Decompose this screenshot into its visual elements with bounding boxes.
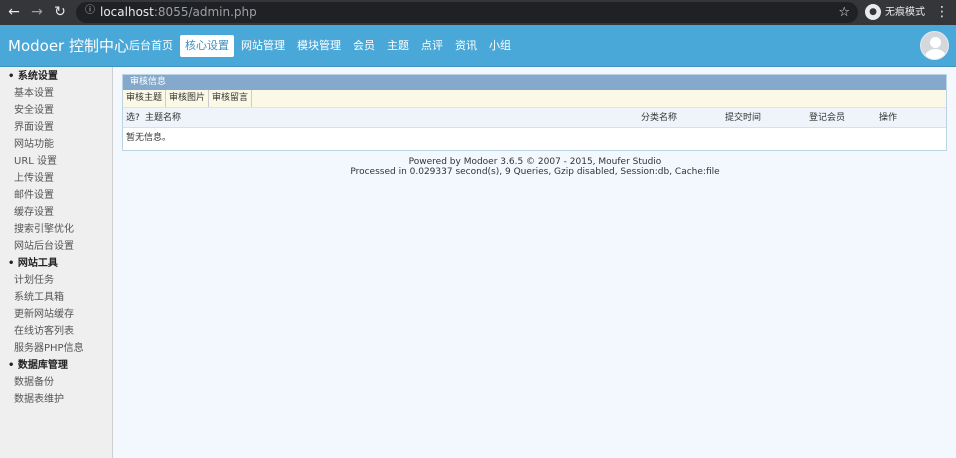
col-member: 登记会员 [809,113,846,123]
sidebar-item[interactable]: 系统工具箱 [0,289,112,306]
sidebar-item[interactable]: 服务器PHP信息 [0,340,112,357]
sidebar-item[interactable]: 搜索引擎优化 [0,221,112,238]
menu-dots-icon[interactable]: ⋮ [934,2,950,22]
avatar-head [930,37,941,48]
footer-processed-info: Processed in 0.029337 second(s), 9 Queri… [350,167,720,177]
sidebar-item[interactable]: 网站功能 [0,136,112,153]
sidebar-item[interactable]: 数据表维护 [0,391,112,408]
sidebar-item[interactable]: 邮件设置 [0,187,112,204]
col-submit-time: 提交时间 [725,113,762,123]
user-avatar-icon[interactable] [920,31,949,60]
sidebar-item[interactable]: 界面设置 [0,119,112,136]
nav-item[interactable]: 点评 [416,35,448,57]
incognito-label: 无痕模式 [885,7,925,18]
top-header: Modoer 控制中心 后台首页 核心设置 网站管理 模块管理 会员 主题 点评… [0,25,956,67]
sidebar-group-label: 系统设置 [17,71,58,82]
page-footer: Powered by Modoer 3.6.5 © 2007 - 2015, M… [122,157,948,177]
sidebar-group-label: 网站工具 [17,258,58,269]
back-arrow-icon[interactable]: ← [5,3,23,21]
sidebar-item[interactable]: 计划任务 [0,272,112,289]
info-icon[interactable]: ⓘ [83,4,97,18]
url-text[interactable]: localhost:8055/admin.php [100,2,257,23]
sidebar-item[interactable]: URL 设置 [0,153,112,170]
sidebar-item[interactable]: 网站后台设置 [0,238,112,255]
nav-item[interactable]: 小组 [484,35,516,57]
sidebar-group-title[interactable]: • 系统设置 [0,68,112,85]
sidebar: • 系统设置 基本设置 安全设置 界面设置 网站功能 URL 设置 上传设置 邮… [0,67,113,458]
subtab-review-comments[interactable]: 审核留言 [209,90,253,107]
brand-title[interactable]: Modoer 控制中心 [8,25,129,67]
nav-item[interactable]: 模块管理 [292,35,346,57]
sidebar-item[interactable]: 缓存设置 [0,204,112,221]
forward-arrow-icon[interactable]: → [28,3,46,21]
sidebar-item[interactable]: 在线访客列表 [0,323,112,340]
sidebar-group-title[interactable]: • 网站工具 [0,255,112,272]
incognito-icon: ● [865,4,881,20]
col-actions: 操作 [879,113,898,123]
panel-title: 审核信息 [123,75,946,90]
sidebar-item[interactable]: 数据备份 [0,374,112,391]
sidebar-item[interactable]: 安全设置 [0,102,112,119]
incognito-indicator[interactable]: ● 无痕模式 [865,2,925,23]
sidebar-item[interactable]: 上传设置 [0,170,112,187]
browser-toolbar: ← → ↻ ⓘ localhost:8055/admin.php ☆ ● 无痕模式… [0,0,956,25]
reload-icon[interactable]: ↻ [51,3,69,21]
avatar-body [925,49,946,59]
col-category: 分类名称 [641,113,678,123]
nav-item[interactable]: 网站管理 [236,35,290,57]
empty-message: 暂无信息。 [126,133,172,143]
sidebar-item[interactable]: 更新网站缓存 [0,306,112,323]
subtab-review-topics[interactable]: 审核主题 [123,90,167,107]
main-nav: 后台首页 核心设置 网站管理 模块管理 会员 主题 点评 资讯 小组 [124,35,518,57]
nav-item[interactable]: 会员 [348,35,380,57]
address-bar[interactable]: ⓘ localhost:8055/admin.php ☆ [76,2,858,23]
sidebar-item[interactable]: 基本设置 [0,85,112,102]
table-header: 选? 主题名称 分类名称 提交时间 登记会员 操作 [123,108,946,128]
sidebar-group-title[interactable]: • 数据库管理 [0,357,112,374]
nav-item[interactable]: 主题 [382,35,414,57]
col-select: 选? [126,113,140,123]
url-host: localhost [100,5,154,19]
nav-item-active[interactable]: 核心设置 [180,35,234,57]
subtab-bar: 审核主题 审核图片 审核留言 [123,90,946,108]
review-panel: 审核信息 审核主题 审核图片 审核留言 选? 主题名称 分类名称 提交时间 登记… [122,74,947,151]
nav-item[interactable]: 后台首页 [124,35,178,57]
col-topic-name: 主题名称 [145,113,182,123]
nav-item[interactable]: 资讯 [450,35,482,57]
subtab-review-images[interactable]: 审核图片 [166,90,210,107]
sidebar-group-label: 数据库管理 [17,360,68,371]
footer-powered-by: Powered by Modoer 3.6.5 © 2007 - 2015, M… [408,157,662,167]
bookmark-star-icon[interactable]: ☆ [838,3,850,22]
url-path: :8055/admin.php [153,5,257,19]
